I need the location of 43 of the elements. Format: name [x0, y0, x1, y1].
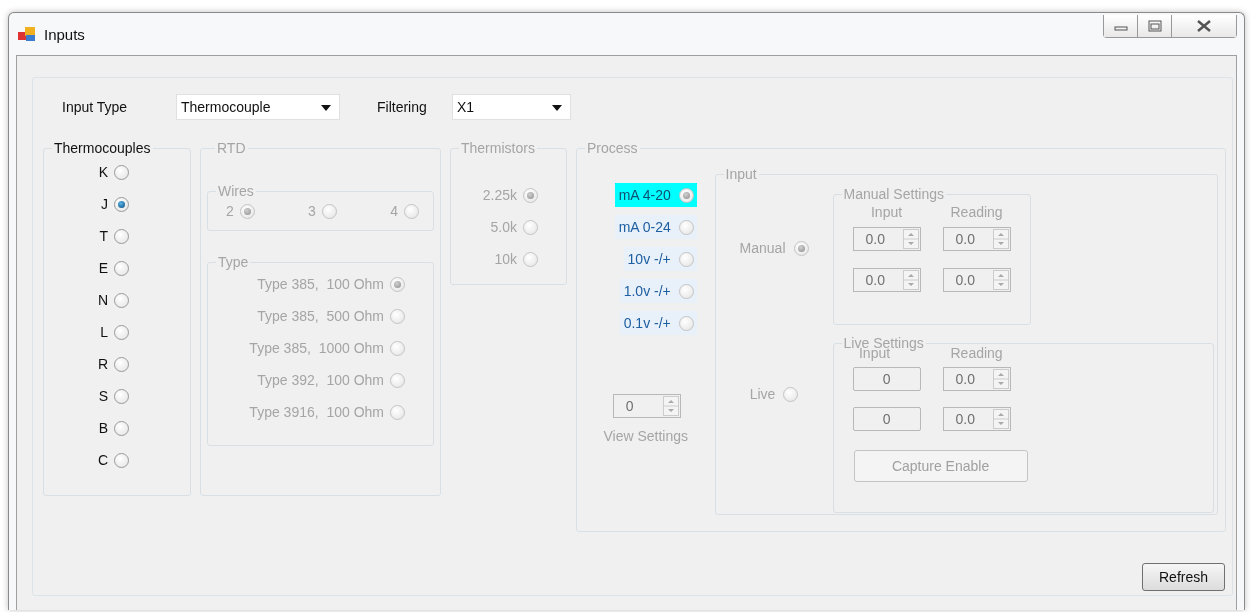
- caret-icon: [321, 105, 331, 111]
- filtering-dropdown[interactable]: X1: [452, 94, 571, 120]
- group-title: RTD: [216, 140, 247, 156]
- group-title: Type: [217, 254, 250, 270]
- group-title: Thermocouples: [53, 140, 152, 156]
- spinner-arrows-icon: [662, 396, 679, 416]
- spinner-arrows-icon: [902, 270, 919, 290]
- group-title: Process: [586, 140, 639, 156]
- close-button[interactable]: [1172, 15, 1236, 37]
- radio-button[interactable]: E: [88, 256, 190, 280]
- column-header: Reading: [949, 204, 1004, 220]
- app-icon: [18, 26, 36, 42]
- window-title: Inputs: [44, 25, 85, 43]
- radio-button[interactable]: N: [88, 288, 190, 312]
- minimize-button[interactable]: [1104, 15, 1138, 37]
- view-settings-label: View Settings: [603, 428, 689, 444]
- column-header: Input: [870, 204, 904, 220]
- group-title: Input: [724, 166, 758, 182]
- group-title: Manual Settings: [842, 186, 945, 202]
- refresh-button[interactable]: Refresh: [1142, 563, 1225, 591]
- group-title: Thermistors: [460, 140, 536, 156]
- group-title: Wires: [217, 183, 255, 199]
- radio-button[interactable]: S: [88, 384, 190, 408]
- input-type-label: Input Type: [62, 99, 129, 115]
- radio-button[interactable]: L: [88, 320, 190, 344]
- spinner-arrows-icon: [992, 229, 1009, 249]
- radio-button[interactable]: K: [88, 160, 190, 184]
- caret-icon: [552, 105, 562, 111]
- maximize-icon: [1147, 20, 1162, 32]
- maximize-button[interactable]: [1138, 15, 1172, 37]
- spinner-arrows-icon: [992, 270, 1009, 290]
- filtering-label: Filtering: [377, 99, 428, 115]
- close-icon: [1195, 19, 1213, 33]
- spinner-arrows-icon: [992, 409, 1009, 429]
- input-type-dropdown[interactable]: Thermocouple: [176, 94, 340, 120]
- radio-button[interactable]: C: [88, 448, 190, 472]
- radio-button[interactable]: J: [88, 192, 190, 216]
- radio-button[interactable]: T: [88, 224, 190, 248]
- radio-button[interactable]: B: [88, 416, 190, 440]
- spinner-arrows-icon: [902, 229, 919, 249]
- column-header: Reading: [949, 345, 1004, 361]
- radio-button[interactable]: R: [88, 352, 190, 376]
- spinner-arrows-icon: [992, 369, 1009, 389]
